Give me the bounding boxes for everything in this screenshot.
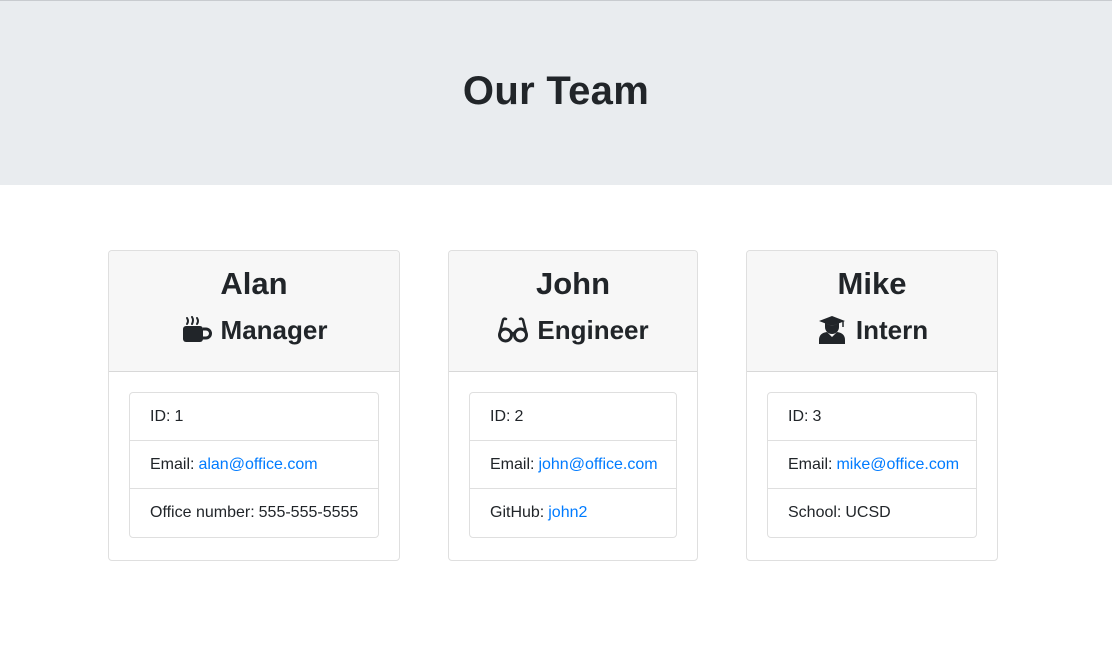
card-body: ID: 3 Email: mike@office.com School: UCS… <box>747 372 997 558</box>
id-label: ID: <box>788 407 809 425</box>
page-title: Our Team <box>462 68 650 113</box>
employee-card-manager: Alan Manager ID: 1 Email: alan@office.co… <box>108 250 400 561</box>
role-label: Intern <box>855 315 929 345</box>
glasses-icon <box>497 315 529 345</box>
school-label: School: <box>788 504 842 521</box>
list-item-school: School: UCSD <box>768 489 976 537</box>
list-item-id: ID: 2 <box>470 393 676 441</box>
role-label: Manager <box>220 315 328 345</box>
list-item-office-number: Office number: 555-555-5555 <box>130 489 378 537</box>
team-cards-container: Alan Manager ID: 1 Email: alan@office.co… <box>0 185 1112 648</box>
employee-name: John <box>535 266 611 301</box>
employee-role: Engineer <box>449 313 697 347</box>
id-label: ID: <box>150 407 171 425</box>
office-number-label: Office number: <box>150 504 255 521</box>
employee-card-engineer: John Engineer ID: 2 Email: john@office.c… <box>448 250 698 561</box>
employee-role: Intern <box>747 313 997 347</box>
employee-name: Mike <box>837 266 907 301</box>
office-number-value: 555-555-5555 <box>258 504 359 521</box>
list-item-email: Email: mike@office.com <box>768 441 976 489</box>
info-list: ID: 3 Email: mike@office.com School: UCS… <box>767 392 977 538</box>
card-body: ID: 1 Email: alan@office.com Office numb… <box>109 372 399 558</box>
id-value: 1 <box>174 407 184 425</box>
list-item-github: GitHub: john2 <box>470 489 676 537</box>
github-label: GitHub: <box>490 504 545 521</box>
employee-card-intern: Mike Intern ID: 3 Email: mike@office.com… <box>746 250 998 561</box>
email-label: Email: <box>150 455 195 473</box>
list-item-id: ID: 3 <box>768 393 976 441</box>
coffee-mug-icon <box>181 315 213 345</box>
id-label: ID: <box>490 407 511 425</box>
list-item-email: Email: john@office.com <box>470 441 676 489</box>
email-label: Email: <box>490 455 535 473</box>
info-list: ID: 2 Email: john@office.com GitHub: joh… <box>469 392 677 538</box>
card-header: Alan Manager <box>109 251 399 372</box>
email-label: Email: <box>788 455 833 473</box>
github-link[interactable]: john2 <box>548 504 587 522</box>
email-link[interactable]: alan@office.com <box>198 456 317 474</box>
graduate-icon <box>816 315 848 345</box>
employee-name: Alan <box>220 266 288 301</box>
info-list: ID: 1 Email: alan@office.com Office numb… <box>129 392 379 538</box>
list-item-id: ID: 1 <box>130 393 378 441</box>
role-label: Engineer <box>537 315 649 345</box>
card-body: ID: 2 Email: john@office.com GitHub: joh… <box>449 372 697 558</box>
card-header: John Engineer <box>449 251 697 372</box>
employee-role: Manager <box>109 313 399 347</box>
school-value: UCSD <box>845 504 891 521</box>
card-header: Mike Intern <box>747 251 997 372</box>
list-item-email: Email: alan@office.com <box>130 441 378 489</box>
page-header: Our Team <box>0 1 1112 185</box>
email-link[interactable]: john@office.com <box>538 456 657 474</box>
email-link[interactable]: mike@office.com <box>836 456 959 474</box>
id-value: 3 <box>812 407 822 425</box>
id-value: 2 <box>514 407 524 425</box>
